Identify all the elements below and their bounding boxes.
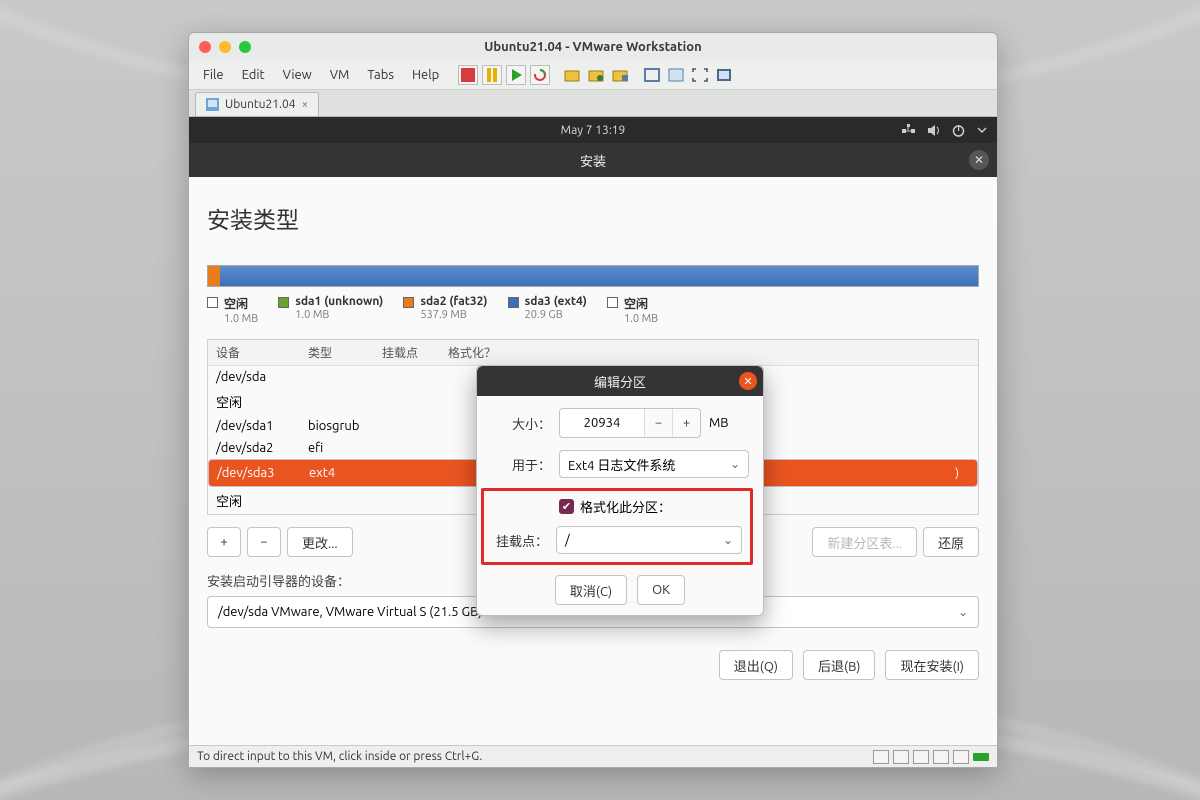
- chevron-down-icon: ⌄: [730, 457, 740, 471]
- tab-close-icon[interactable]: ×: [302, 98, 309, 111]
- suspend-icon[interactable]: [458, 65, 478, 85]
- revert-button[interactable]: 还原: [923, 527, 979, 557]
- installer-close-button[interactable]: ✕: [969, 150, 989, 170]
- wizard-footer: 退出(Q) 后退(B) 现在安装(I): [207, 650, 979, 680]
- use-value: Ext4 日志文件系统: [568, 455, 675, 474]
- vmware-tabstrip: Ubuntu21.04 ×: [189, 89, 997, 117]
- pause-icon[interactable]: [482, 65, 502, 85]
- remove-partition-button[interactable]: −: [247, 527, 281, 557]
- dialog-close-button[interactable]: ✕: [739, 372, 757, 390]
- quit-button[interactable]: 退出(Q): [719, 650, 793, 680]
- table-header: 设备 类型 挂载点 格式化？: [208, 340, 978, 366]
- legend-sda2: sda2 (fat32)537.9 MB: [403, 295, 487, 325]
- cancel-button[interactable]: 取消(C): [555, 575, 627, 605]
- size-increment-button[interactable]: +: [672, 409, 700, 437]
- use-label: 用于：: [491, 455, 551, 474]
- dialog-titlebar: 编辑分区 ✕: [477, 366, 763, 396]
- window-title: Ubuntu21.04 - VMware Workstation: [189, 40, 997, 54]
- nic-icon[interactable]: [913, 750, 929, 764]
- add-partition-button[interactable]: +: [207, 527, 241, 557]
- install-now-button[interactable]: 现在安装(I): [885, 650, 979, 680]
- gnome-top-bar: May 7 13:19: [189, 117, 997, 143]
- hdd-icon[interactable]: [873, 750, 889, 764]
- menu-vm[interactable]: VM: [322, 65, 358, 85]
- menu-file[interactable]: File: [195, 65, 232, 85]
- use-row: 用于： Ext4 日志文件系统 ⌄: [491, 450, 749, 478]
- seg-sda3[interactable]: [220, 266, 978, 286]
- format-label: 格式化此分区：: [580, 497, 671, 516]
- use-as-select[interactable]: Ext4 日志文件系统 ⌄: [559, 450, 749, 478]
- legend-sda1: sda1 (unknown)1.0 MB: [278, 295, 383, 325]
- printer-icon[interactable]: [933, 750, 949, 764]
- bootloader-value: /dev/sda VMware, VMware Virtual S (21.5 …: [218, 605, 482, 619]
- activity-led-icon: [973, 753, 989, 761]
- edit-partition-dialog: 编辑分区 ✕ 大小： − + MB 用于： Ext4 日志文件系统 ⌄ ✔ 格式…: [476, 365, 764, 616]
- play-icon[interactable]: [506, 65, 526, 85]
- change-partition-button[interactable]: 更改...: [287, 527, 353, 557]
- minimize-icon[interactable]: [219, 41, 231, 53]
- vmware-menubar: File Edit View VM Tabs Help: [189, 61, 997, 89]
- vmware-statusbar: To direct input to this VM, click inside…: [189, 745, 997, 767]
- snapshot-manager-icon[interactable]: [586, 65, 606, 85]
- partition-legend: 空闲1.0 MB sda1 (unknown)1.0 MB sda2 (fat3…: [207, 295, 979, 325]
- legend-sda3: sda3 (ext4)20.9 GB: [508, 295, 587, 325]
- ok-button[interactable]: OK: [637, 575, 685, 605]
- close-icon[interactable]: [199, 41, 211, 53]
- size-row: 大小： − + MB: [491, 408, 749, 438]
- size-label: 大小：: [491, 414, 551, 433]
- dialog-title: 编辑分区: [594, 372, 646, 391]
- zoom-icon[interactable]: [239, 41, 251, 53]
- mount-label: 挂载点：: [488, 531, 548, 550]
- menu-edit[interactable]: Edit: [234, 65, 273, 85]
- size-unit: MB: [709, 416, 729, 430]
- highlight-box: ✔ 格式化此分区： 挂载点： / ⌄: [481, 488, 753, 565]
- legend-free2: 空闲1.0 MB: [607, 295, 658, 325]
- dialog-actions: 取消(C) OK: [491, 575, 749, 605]
- back-button[interactable]: 后退(B): [803, 650, 875, 680]
- vm-icon: [206, 98, 219, 111]
- chevron-down-icon: ⌄: [723, 533, 733, 547]
- menu-view[interactable]: View: [275, 65, 320, 85]
- size-spinner: − +: [559, 408, 701, 438]
- installer-title: 安装: [580, 151, 606, 170]
- legend-free1: 空闲1.0 MB: [207, 295, 258, 325]
- mount-row: 挂载点： / ⌄: [488, 526, 742, 554]
- size-input[interactable]: [560, 409, 644, 437]
- gnome-status-area[interactable]: [902, 124, 987, 137]
- format-row: ✔ 格式化此分区：: [488, 497, 742, 516]
- restart-icon[interactable]: [530, 65, 550, 85]
- page-title: 安装类型: [207, 201, 979, 235]
- disk-usage-bar: [207, 265, 979, 287]
- gnome-clock: May 7 13:19: [561, 124, 626, 137]
- installer-titlebar: 安装 ✕: [189, 143, 997, 177]
- snapshot-icon[interactable]: [562, 65, 582, 85]
- mount-point-select[interactable]: / ⌄: [556, 526, 742, 554]
- new-partition-table-button[interactable]: 新建分区表...: [812, 527, 917, 557]
- sound-icon[interactable]: [953, 750, 969, 764]
- chevron-down-icon: ⌄: [958, 605, 968, 619]
- window-controls: [199, 41, 251, 53]
- power-icon: [952, 124, 965, 137]
- network-icon: [902, 124, 915, 137]
- format-checkbox[interactable]: ✔: [559, 499, 574, 514]
- status-text: To direct input to this VM, click inside…: [197, 750, 482, 763]
- chevron-down-icon: [977, 125, 987, 135]
- fullscreen-icon[interactable]: [690, 65, 710, 85]
- fit-guest-icon[interactable]: [642, 65, 662, 85]
- cd-icon[interactable]: [893, 750, 909, 764]
- snapshot-revert-icon[interactable]: [610, 65, 630, 85]
- tab-ubuntu[interactable]: Ubuntu21.04 ×: [195, 92, 319, 116]
- mount-value: /: [565, 533, 570, 547]
- console-view-icon[interactable]: [666, 65, 686, 85]
- unity-icon[interactable]: [714, 65, 734, 85]
- vmware-titlebar: Ubuntu21.04 - VMware Workstation: [189, 33, 997, 61]
- menu-tabs[interactable]: Tabs: [359, 65, 402, 85]
- tab-label: Ubuntu21.04: [225, 98, 296, 111]
- menu-help[interactable]: Help: [404, 65, 447, 85]
- seg-free-left: [208, 266, 220, 286]
- size-decrement-button[interactable]: −: [644, 409, 672, 437]
- volume-icon: [927, 124, 940, 137]
- device-tray: [873, 750, 989, 764]
